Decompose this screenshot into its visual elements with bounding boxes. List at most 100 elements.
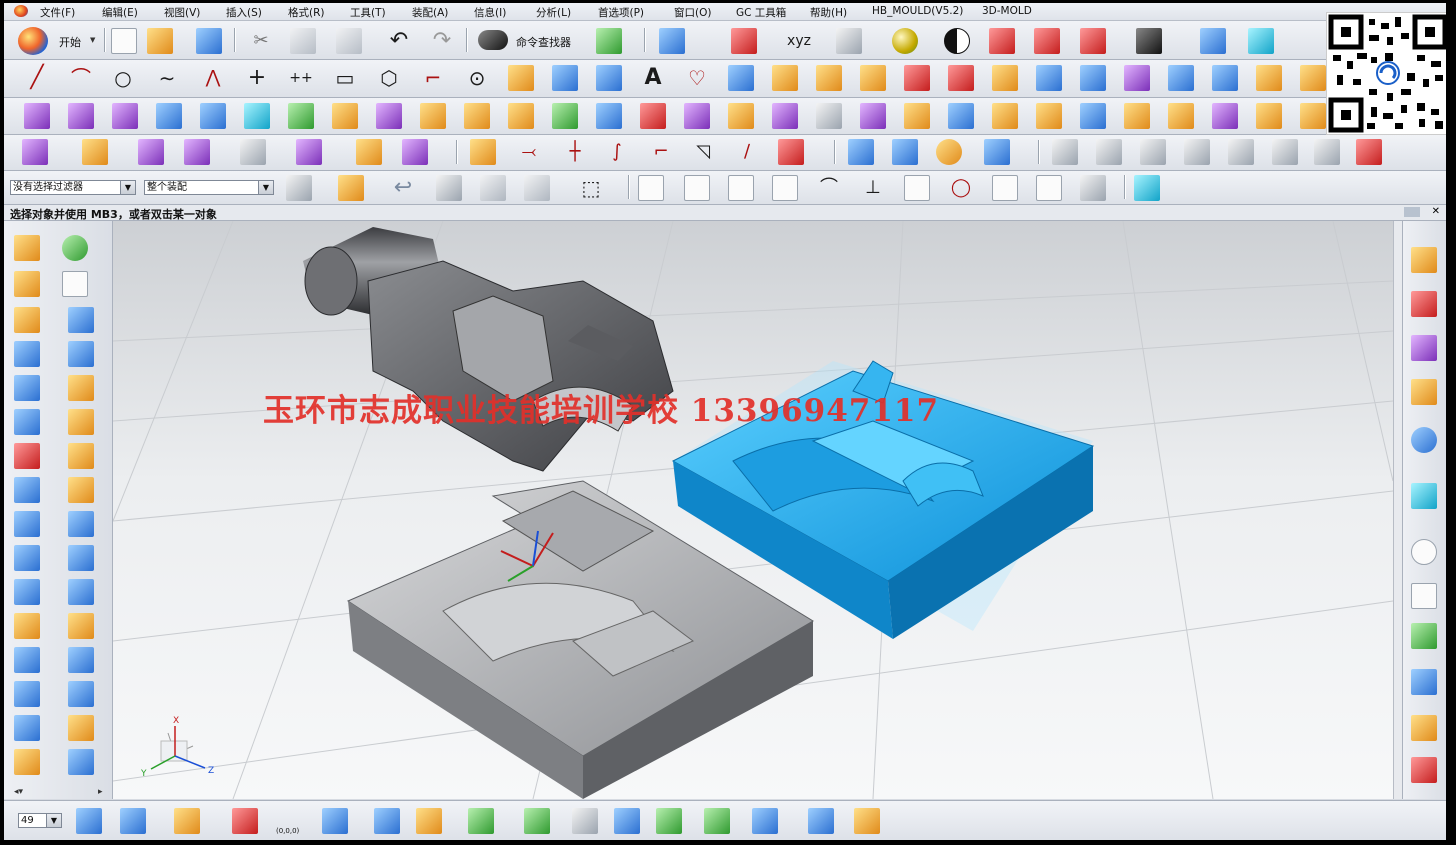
half-circle-icon[interactable] — [944, 28, 970, 54]
cut-icon[interactable]: ✂ — [248, 28, 274, 54]
pocket-icon[interactable] — [14, 545, 40, 571]
curve-tool-icon[interactable] — [1300, 65, 1326, 91]
view-tool-icon[interactable] — [374, 808, 400, 834]
red-cube-icon[interactable] — [989, 28, 1015, 54]
datum-csys-icon[interactable] — [62, 271, 88, 297]
menu-hb-mould[interactable]: HB_MOULD(V5.2) — [872, 5, 963, 17]
curve-tool-icon[interactable] — [816, 65, 842, 91]
surface-tool-icon[interactable] — [24, 103, 50, 129]
tube-icon[interactable] — [14, 375, 40, 401]
layer-visible-icon[interactable] — [120, 808, 146, 834]
nx-logo-icon[interactable] — [14, 5, 28, 17]
line-icon[interactable]: ╱ — [24, 65, 50, 91]
cylinder-icon[interactable] — [14, 409, 40, 435]
surface-tool-icon[interactable] — [1256, 103, 1282, 129]
undo-icon[interactable]: ↶ — [386, 28, 412, 54]
surface-tool-icon[interactable] — [684, 103, 710, 129]
command-finder-button[interactable]: 命令查找器 — [516, 34, 571, 50]
view-tool-icon[interactable] — [614, 808, 640, 834]
offset-face-icon[interactable] — [68, 307, 94, 333]
face-blend-icon[interactable] — [68, 443, 94, 469]
edit-tool-icon[interactable] — [184, 139, 210, 165]
edit-tool-icon[interactable] — [82, 139, 108, 165]
surface-tool-icon[interactable] — [420, 103, 446, 129]
model-canvas[interactable]: X Y Z — [113, 221, 1393, 799]
redo-icon[interactable]: ↷ — [429, 28, 455, 54]
curve-tool-icon[interactable] — [1256, 65, 1282, 91]
move-right-icon[interactable] — [1248, 28, 1274, 54]
rectangle-icon[interactable]: ▭ — [332, 65, 358, 91]
work-layer-select[interactable]: 49 ▼ — [18, 813, 62, 828]
surface-tool-icon[interactable] — [552, 103, 578, 129]
snap-settings-icon[interactable] — [684, 175, 710, 201]
ellipse-icon[interactable]: ⊙ — [464, 65, 490, 91]
edit-tool-icon[interactable] — [356, 139, 382, 165]
surface-tool-icon[interactable] — [1300, 103, 1326, 129]
cylinder-feature-icon[interactable] — [14, 715, 40, 741]
surface-tool-icon[interactable] — [1080, 103, 1106, 129]
menu-information[interactable]: 信息(I) — [474, 5, 506, 20]
block-icon[interactable] — [14, 477, 40, 503]
box-feature-icon[interactable] — [68, 715, 94, 741]
text-icon[interactable]: A — [640, 65, 666, 91]
curve-tool-icon[interactable] — [904, 65, 930, 91]
spring-feature-icon[interactable] — [68, 545, 94, 571]
curve-tool-icon[interactable] — [1124, 65, 1150, 91]
helix-icon[interactable] — [552, 65, 578, 91]
extrude-icon[interactable] — [14, 271, 40, 297]
continuity-g3-icon[interactable] — [1228, 139, 1254, 165]
wcs-dynamic-icon[interactable] — [174, 808, 200, 834]
view-tool-icon[interactable] — [656, 808, 682, 834]
collapse-icon[interactable]: ◂▾ — [14, 787, 23, 797]
menu-format[interactable]: 格式(R) — [288, 5, 325, 20]
start-dropdown-icon[interactable]: ▼ — [90, 27, 96, 53]
coil-icon[interactable] — [892, 139, 918, 165]
control-point-icon[interactable]: ⌒ — [816, 175, 842, 201]
wcs-origin-icon[interactable] — [232, 808, 258, 834]
point-set-icon[interactable]: ++ — [288, 65, 314, 91]
scope-select[interactable]: 整个装配 ▼ — [144, 180, 274, 195]
curve-tool-icon[interactable] — [948, 65, 974, 91]
surface-tool-icon[interactable] — [992, 103, 1018, 129]
surface-tool-icon[interactable] — [904, 103, 930, 129]
surface-tool-icon[interactable] — [860, 103, 886, 129]
edit-tool-icon[interactable] — [138, 139, 164, 165]
surface-tool-icon[interactable] — [332, 103, 358, 129]
save-icon[interactable] — [196, 28, 222, 54]
edge-blend-icon[interactable] — [68, 409, 94, 435]
surface-tool-icon[interactable] — [288, 103, 314, 129]
sketch-icon[interactable] — [14, 235, 40, 261]
menu-gc-toolbox[interactable]: GC 工具箱 — [736, 5, 786, 20]
curve-tool-icon[interactable] — [1036, 65, 1062, 91]
mirror-icon[interactable] — [68, 613, 94, 639]
point-on-face-icon[interactable] — [1080, 175, 1106, 201]
open-folder-icon[interactable] — [147, 28, 173, 54]
menu-assembly[interactable]: 装配(A) — [412, 5, 448, 20]
surface-tool-icon[interactable] — [244, 103, 270, 129]
view-tool-icon[interactable] — [524, 808, 550, 834]
surface-tool-icon[interactable] — [200, 103, 226, 129]
curve-tool-icon[interactable] — [1212, 65, 1238, 91]
ruled-icon[interactable] — [596, 65, 622, 91]
view-tool-icon[interactable] — [704, 808, 730, 834]
menu-view[interactable]: 视图(V) — [164, 5, 200, 20]
pad-icon[interactable] — [14, 579, 40, 605]
dock-icon[interactable] — [1404, 207, 1420, 217]
edit-curve-icon[interactable]: ∕ — [734, 139, 760, 165]
deviation-icon[interactable] — [1356, 139, 1382, 165]
fillet-curve-icon[interactable]: ⌐ — [420, 65, 446, 91]
chamfer-icon[interactable] — [68, 375, 94, 401]
revolve-icon[interactable] — [14, 307, 40, 333]
curve-parameter-icon[interactable] — [778, 139, 804, 165]
start-button[interactable]: 开始 — [59, 34, 81, 50]
menu-file[interactable]: 文件(F) — [40, 5, 75, 20]
surface-tool-icon[interactable] — [1124, 103, 1150, 129]
analysis-icon[interactable] — [1096, 139, 1122, 165]
new-file-icon[interactable] — [111, 28, 137, 54]
surface-tool-icon[interactable] — [156, 103, 182, 129]
part-navigator-icon[interactable] — [1411, 335, 1437, 361]
analysis-icon[interactable] — [1052, 139, 1078, 165]
constraint-navigator-icon[interactable] — [1411, 291, 1437, 317]
surface-tool-icon[interactable] — [816, 103, 842, 129]
continuity-g1-icon[interactable] — [1140, 139, 1166, 165]
